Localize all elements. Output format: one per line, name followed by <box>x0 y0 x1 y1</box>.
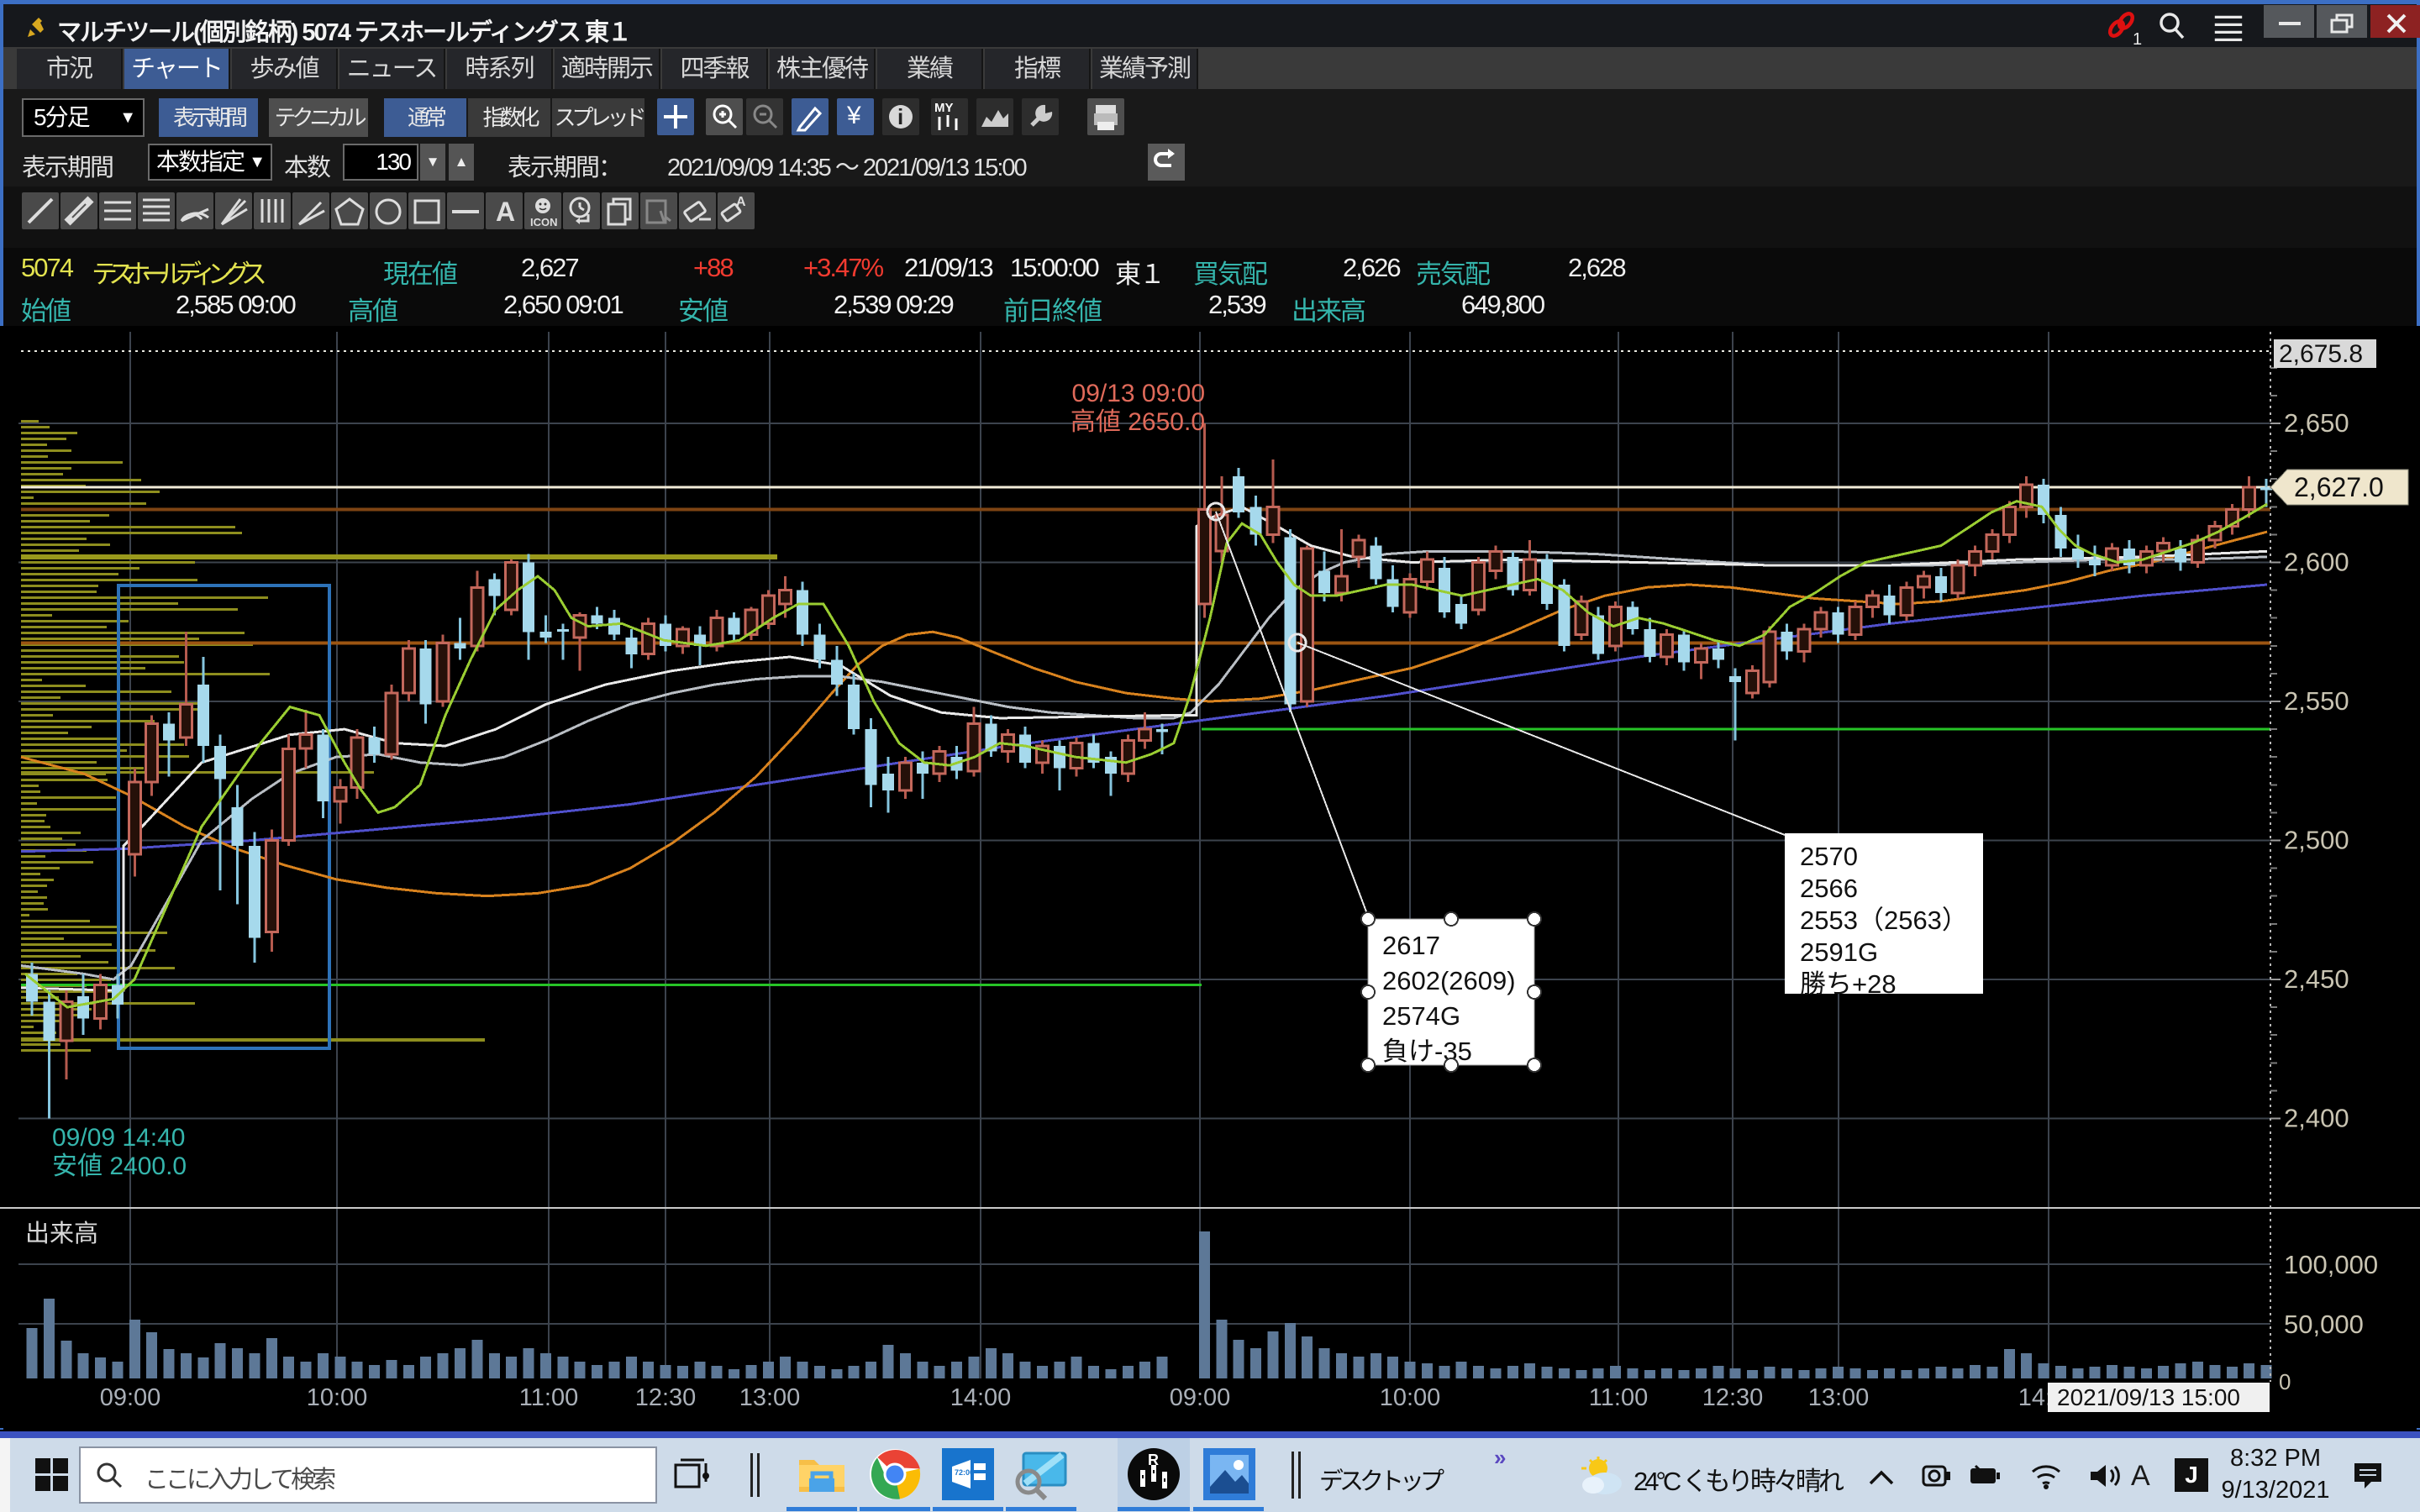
svg-text:50,000: 50,000 <box>2284 1310 2364 1339</box>
svg-text:12:30: 12:30 <box>635 1384 697 1411</box>
svg-text:2,675.8: 2,675.8 <box>2279 340 2363 368</box>
svg-text:2,600: 2,600 <box>2284 548 2349 577</box>
svg-text:勝ち+28: 勝ち+28 <box>1800 969 1897 999</box>
svg-text:2,550: 2,550 <box>2284 686 2349 716</box>
svg-text:12:30: 12:30 <box>1702 1384 1764 1411</box>
svg-text:10:00: 10:00 <box>1380 1384 1441 1411</box>
svg-text:負け-35: 負け-35 <box>1382 1037 1472 1066</box>
svg-text:14:00: 14:00 <box>950 1384 1012 1411</box>
svg-text:13:00: 13:00 <box>739 1384 801 1411</box>
svg-text:10:00: 10:00 <box>307 1384 368 1411</box>
svg-text:2021/09/13 15:00: 2021/09/13 15:00 <box>2057 1384 2240 1410</box>
svg-text:安値 2400.0: 安値 2400.0 <box>52 1152 187 1180</box>
svg-text:高値 2650.0: 高値 2650.0 <box>1071 408 1205 436</box>
svg-text:2602(2609): 2602(2609) <box>1382 966 1516 995</box>
svg-text:11:00: 11:00 <box>519 1384 578 1411</box>
svg-text:2591G: 2591G <box>1800 937 1878 967</box>
svg-text:72:00: 72:00 <box>955 1468 974 1477</box>
svg-text:i: i <box>897 104 903 129</box>
svg-text:2566: 2566 <box>1800 874 1858 903</box>
svg-text:13:00: 13:00 <box>1808 1384 1870 1411</box>
svg-text:2570: 2570 <box>1800 842 1858 871</box>
svg-text:2617: 2617 <box>1382 931 1440 960</box>
svg-text:2,627.0: 2,627.0 <box>2294 472 2384 502</box>
svg-text:09/13 09:00: 09/13 09:00 <box>1072 380 1205 407</box>
svg-text:2,400: 2,400 <box>2284 1104 2349 1133</box>
svg-text:2,650: 2,650 <box>2284 408 2349 438</box>
svg-text:2574G: 2574G <box>1382 1001 1460 1031</box>
svg-text:1: 1 <box>2133 30 2142 46</box>
svg-text:A: A <box>496 197 515 227</box>
svg-text:09/09 14:40: 09/09 14:40 <box>52 1124 185 1152</box>
svg-text:100,000: 100,000 <box>2284 1250 2378 1279</box>
svg-text:11:00: 11:00 <box>1589 1384 1648 1411</box>
svg-text:MY: MY <box>934 101 954 115</box>
svg-text:2,500: 2,500 <box>2284 826 2349 855</box>
svg-text:09:00: 09:00 <box>100 1384 161 1411</box>
svg-text:ICON: ICON <box>530 216 558 228</box>
svg-text:2553（2563）: 2553（2563） <box>1800 906 1968 935</box>
svg-text:09:00: 09:00 <box>1170 1384 1231 1411</box>
svg-text:2,450: 2,450 <box>2284 964 2349 994</box>
svg-text:0: 0 <box>2279 1369 2291 1394</box>
svg-text:出来高: 出来高 <box>25 1220 98 1247</box>
